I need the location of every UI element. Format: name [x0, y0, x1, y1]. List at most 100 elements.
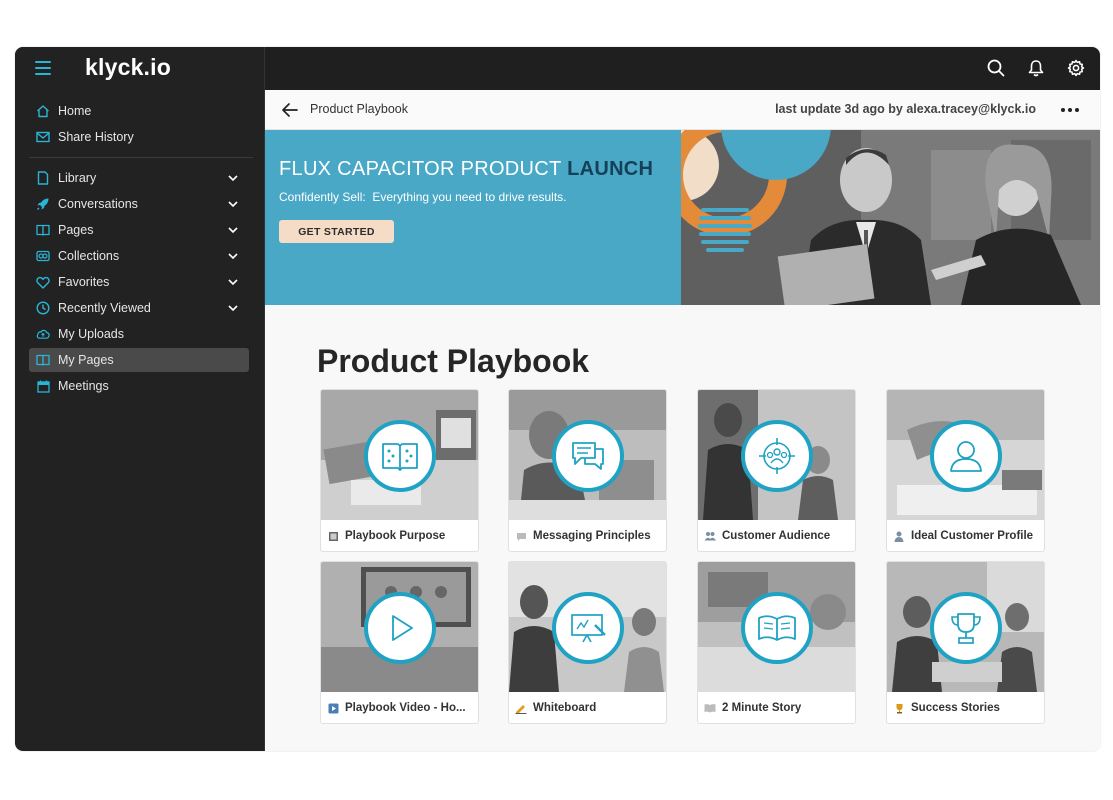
collections-icon [36, 249, 50, 263]
book-icon [36, 223, 50, 237]
brand-area: klyck.io [15, 47, 265, 90]
card-ideal-customer-profile[interactable]: Ideal Customer Profile [886, 389, 1045, 552]
sidebar-item-collections[interactable]: Collections [29, 244, 249, 268]
calendar-icon [36, 379, 50, 393]
page-title: Product Playbook [317, 343, 590, 379]
clock-icon [36, 301, 50, 315]
hamburger-menu-icon[interactable] [35, 61, 51, 75]
card-label: Success Stories [893, 699, 1000, 717]
card-2-minute-story[interactable]: 2 Minute Story [697, 561, 856, 724]
card-customer-audience[interactable]: Customer Audience [697, 389, 856, 552]
chat-icon [552, 420, 624, 492]
sidebar-item-label: Conversations [58, 197, 138, 211]
app-logo[interactable]: klyck.io [85, 54, 171, 81]
card-label: Playbook Video - Ho... [327, 699, 466, 717]
card-title: Playbook Video - Ho... [345, 702, 466, 714]
app-window: klyck.io Home Share History Library Conv… [15, 47, 1100, 751]
banner-title: FLUX CAPACITOR PRODUCT LAUNCH [279, 158, 653, 181]
card-label: Playbook Purpose [327, 527, 445, 545]
get-started-button[interactable]: GET STARTED [279, 220, 394, 243]
top-bar: klyck.io [15, 47, 1100, 90]
banner-text-area: FLUX CAPACITOR PRODUCT LAUNCH Confidentl… [265, 130, 681, 305]
trophy-icon [930, 592, 1002, 664]
top-actions [986, 57, 1086, 81]
banner-photo [681, 130, 1100, 305]
card-success-stories[interactable]: Success Stories [886, 561, 1045, 724]
video-icon [327, 702, 339, 714]
trophy-icon [893, 702, 905, 714]
banner-title-plain: FLUX CAPACITOR PRODUCT [279, 158, 568, 180]
card-title: Whiteboard [533, 702, 597, 714]
sidebar-item-pages[interactable]: Pages [29, 218, 249, 242]
card-title: 2 Minute Story [722, 702, 802, 714]
sidebar-item-recently-viewed[interactable]: Recently Viewed [29, 296, 249, 320]
sidebar-item-conversations[interactable]: Conversations [29, 192, 249, 216]
hero-banner: FLUX CAPACITOR PRODUCT LAUNCH Confidentl… [265, 130, 1100, 305]
sidebar-item-meetings[interactable]: Meetings [29, 374, 249, 398]
chevron-down-icon[interactable] [227, 250, 239, 262]
page-header: Product Playbook last update 3d ago by a… [265, 90, 1100, 130]
sidebar-item-home[interactable]: Home [29, 99, 249, 123]
sidebar-item-label: My Pages [58, 353, 114, 367]
sidebar-item-label: Home [58, 104, 92, 118]
more-options-button[interactable] [1052, 99, 1088, 121]
heart-icon [36, 275, 50, 289]
book-icon [36, 353, 50, 367]
sidebar-item-label: Meetings [58, 379, 109, 393]
card-title: Messaging Principles [533, 530, 651, 542]
chevron-down-icon[interactable] [227, 224, 239, 236]
card-title: Success Stories [911, 702, 1000, 714]
sidebar-item-favorites[interactable]: Favorites [29, 270, 249, 294]
document-icon [36, 171, 50, 185]
sidebar-item-label: My Uploads [58, 327, 124, 341]
bell-icon[interactable] [1026, 57, 1046, 79]
sidebar-divider [29, 157, 253, 158]
search-icon[interactable] [986, 57, 1006, 79]
playbook-content: Product Playbook Playbook Purpose Messag… [265, 305, 1100, 751]
card-playbook-video[interactable]: Playbook Video - Ho... [320, 561, 479, 724]
sidebar-item-label: Recently Viewed [58, 301, 151, 315]
chat-icon [515, 530, 527, 542]
card-label: Messaging Principles [515, 527, 651, 545]
card-whiteboard[interactable]: Whiteboard [508, 561, 667, 724]
banner-subtitle: Confidently Sell: Everything you need to… [279, 190, 567, 204]
chevron-down-icon[interactable] [227, 172, 239, 184]
sidebar-item-label: Collections [58, 249, 120, 263]
card-title: Customer Audience [722, 530, 831, 542]
chevron-down-icon[interactable] [227, 198, 239, 210]
card-playbook-purpose[interactable]: Playbook Purpose [320, 389, 479, 552]
sidebar-item-my-uploads[interactable]: My Uploads [29, 322, 249, 346]
sidebar-item-label: Favorites [58, 275, 110, 289]
user-icon [893, 530, 905, 542]
breadcrumb: Product Playbook [310, 102, 408, 116]
open-book-icon [741, 592, 813, 664]
main-area: Product Playbook last update 3d ago by a… [265, 90, 1100, 751]
open-book-icon [704, 702, 716, 714]
last-update-text: last update 3d ago by alexa.tracey@klyck… [775, 102, 1036, 116]
sidebar-item-library[interactable]: Library [29, 166, 249, 190]
book-icon [364, 420, 436, 492]
play-icon [364, 592, 436, 664]
sidebar-item-label: Pages [58, 223, 94, 237]
card-label: Whiteboard [515, 699, 596, 717]
mail-icon [36, 130, 50, 144]
sidebar: Home Share History Library Conversations… [15, 90, 265, 751]
chevron-down-icon[interactable] [227, 302, 239, 314]
rocket-icon [36, 197, 50, 211]
back-arrow-icon[interactable] [281, 102, 299, 118]
card-title: Playbook Purpose [345, 530, 446, 542]
card-title: Ideal Customer Profile [911, 530, 1034, 542]
pencil-icon [515, 702, 527, 714]
sidebar-item-share-history[interactable]: Share History [29, 125, 249, 149]
card-label: 2 Minute Story [704, 699, 801, 717]
gear-icon[interactable] [1066, 57, 1086, 79]
whiteboard-icon [552, 592, 624, 664]
home-icon [36, 104, 50, 118]
chevron-down-icon[interactable] [227, 276, 239, 288]
user-icon [930, 420, 1002, 492]
cloud-upload-icon [36, 327, 50, 341]
sidebar-item-label: Library [58, 171, 97, 185]
sidebar-item-my-pages[interactable]: My Pages [29, 348, 249, 372]
card-messaging-principles[interactable]: Messaging Principles [508, 389, 667, 552]
card-label: Customer Audience [704, 527, 830, 545]
